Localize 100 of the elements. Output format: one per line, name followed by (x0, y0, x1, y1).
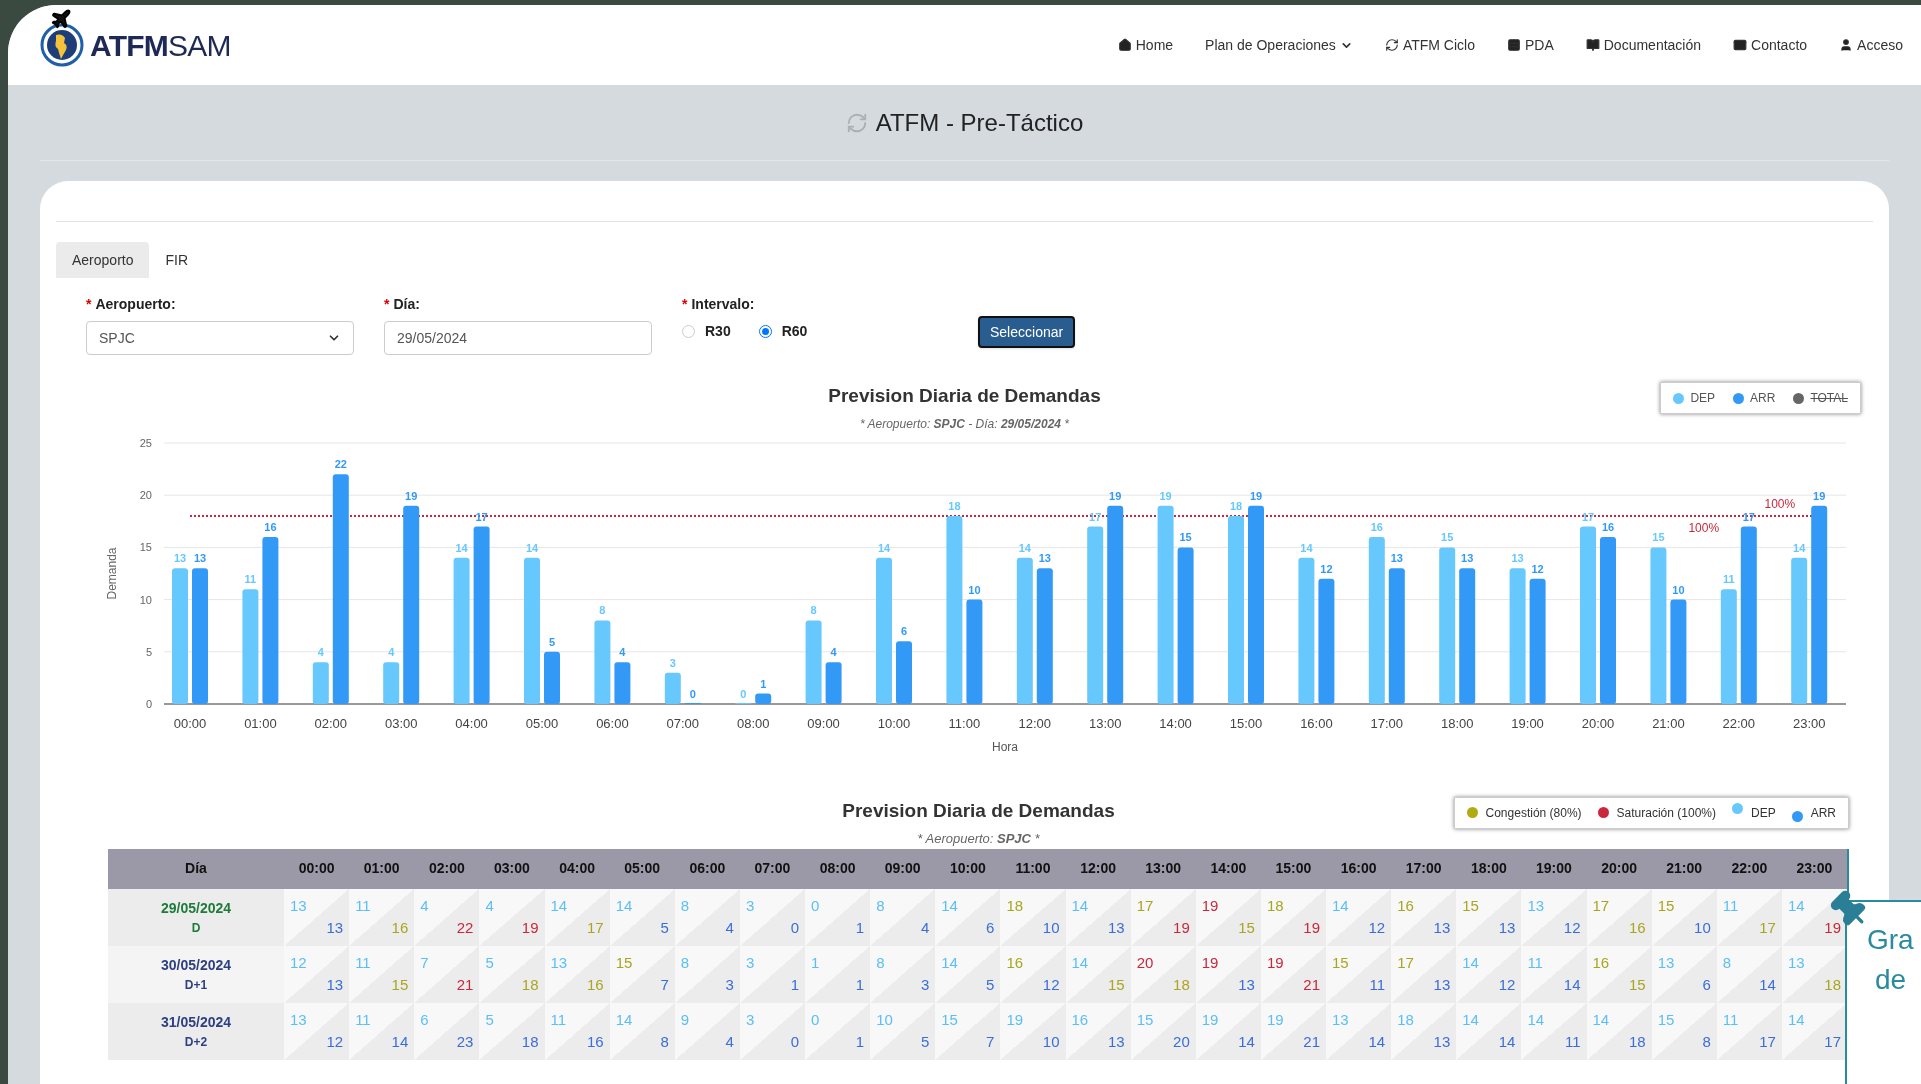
bar-value-label: 12 (1320, 562, 1333, 575)
capacity-label: 100% (1688, 520, 1720, 535)
legend-label: DEP (1750, 804, 1776, 822)
nav-link[interactable]: Contacto (1733, 34, 1808, 56)
x-axis-title: Hora (992, 739, 1018, 754)
legend-label[interactable]: DEP (1690, 389, 1716, 407)
column-header: 14:00 (1195, 848, 1261, 889)
book-icon (1585, 38, 1600, 52)
table-cell: 13 12 (1521, 888, 1587, 946)
bar-value-label: 19 (1249, 489, 1263, 502)
nav-link[interactable]: ATFM Ciclo (1384, 34, 1475, 56)
table-cell: 15 10 (1651, 888, 1717, 946)
bar-value-label: 15 (1179, 530, 1192, 543)
bar-value-label: 13 (173, 551, 187, 564)
table-cell: 19 15 (1195, 888, 1261, 946)
bar-value-label: 17 (1581, 510, 1595, 522)
bar-value-label: 0 (740, 687, 747, 700)
column-header: 21:00 (1651, 848, 1717, 889)
bar-value-label: 22 (334, 457, 347, 470)
bar-value-label: 10 (1672, 583, 1685, 596)
nav-link[interactable]: Acceso (1839, 34, 1903, 56)
table-cell: 15 7 (609, 945, 675, 1003)
bar-value-label: 16 (264, 520, 277, 533)
column-header: 09:00 (870, 848, 936, 889)
column-header: 05:00 (609, 848, 675, 889)
date-field[interactable]: 29/05/2024 (384, 321, 652, 355)
bar-value-label: 14 (455, 541, 468, 554)
y-axis-title: Demanda (105, 547, 119, 599)
logo-text: ATFMSAM (90, 27, 231, 64)
tab[interactable]: Aeroporto (56, 242, 150, 278)
bar-value-label: 8 (810, 604, 817, 616)
bar-value-label: 14 (1300, 541, 1313, 554)
bar-value-label: 19 (1813, 489, 1826, 502)
bar-value-label: 14 (877, 541, 891, 554)
table-cell: 13 13 (284, 888, 350, 946)
radio-label: R30 (705, 322, 731, 341)
bar-value-label: 13 (1461, 551, 1474, 564)
table-cell: 19 21 (1260, 1002, 1326, 1060)
table-cell: 14 18 (1586, 1002, 1652, 1060)
legend-label: ARR (1810, 804, 1836, 822)
table-cell: 13 12 (284, 1002, 350, 1060)
nav-link[interactable]: PDA (1506, 34, 1554, 56)
table-cell: 8 3 (870, 945, 936, 1003)
x-tick-label: 04:00 (455, 715, 488, 731)
bar-value-label: 18 (948, 499, 961, 512)
table-cell: 18 19 (1260, 888, 1326, 946)
table-cell: 19 13 (1195, 945, 1261, 1003)
legend-label[interactable]: TOTAL (1810, 389, 1848, 407)
x-tick-label: 13:00 (1088, 715, 1122, 731)
bar-value-label: 17 (1089, 510, 1102, 522)
field-label: Día: (393, 295, 420, 314)
chart-subtitle: * Aeropuerto: SPJC - Día: 29/05/2024* (859, 415, 1069, 433)
legend-label[interactable]: ARR (1750, 389, 1776, 407)
y-tick-label: 20 (139, 488, 152, 501)
select-button[interactable]: Seleccionar (978, 316, 1076, 348)
table-cell: 13 16 (544, 945, 610, 1003)
table-cell: 12 13 (284, 945, 350, 1003)
cycle-icon (1384, 38, 1399, 52)
bar-value-label: 4 (830, 645, 837, 658)
table-cell: 14 12 (1326, 888, 1392, 946)
bar-value-label: 4 (388, 645, 395, 658)
column-header: 23:00 (1781, 848, 1847, 889)
nav-link[interactable]: Documentación (1585, 34, 1702, 56)
x-tick-label: 09:00 (807, 715, 840, 731)
table-cell: 15 20 (1130, 1002, 1196, 1060)
table-cell: 14 8 (609, 1002, 675, 1060)
table-cell: 3 0 (739, 888, 805, 946)
table-title: Prevision Diaria de Demandas (842, 798, 1115, 823)
x-tick-label: 14:00 (1159, 715, 1192, 731)
column-header: 10:00 (935, 848, 1001, 889)
table-cell: 14 12 (1456, 945, 1522, 1003)
table-cell: 14 13 (1065, 888, 1131, 946)
bar-value-label: 6 (900, 624, 908, 637)
overlay-text: de (1874, 963, 1908, 997)
table-cell: 16 13 (1065, 1002, 1131, 1060)
table-cell: 1 1 (805, 945, 871, 1003)
nav-link[interactable]: Plan de Operaciones (1205, 34, 1353, 56)
column-header: 13:00 (1130, 848, 1196, 889)
x-tick-label: 18:00 (1440, 715, 1474, 731)
table-cell: 18 10 (1000, 888, 1066, 946)
table-cell: 14 11 (1521, 1002, 1587, 1060)
bar-value-label: 10 (968, 583, 981, 596)
table-cell: 14 17 (544, 888, 610, 946)
x-tick-label: 05:00 (525, 715, 559, 731)
table-cell: 15 8 (1651, 1002, 1717, 1060)
required-asterisk: * (384, 295, 390, 314)
table-cell: 11 15 (349, 945, 415, 1003)
x-tick-label: 06:00 (596, 715, 629, 731)
table-cell: 17 19 (1130, 888, 1196, 946)
airport-select[interactable]: SPJC (86, 321, 354, 355)
bar-value-label: 14 (1793, 541, 1806, 554)
table-cell: 4 22 (414, 888, 480, 946)
y-tick-label: 25 (139, 436, 152, 449)
column-header: 11:00 (1000, 848, 1066, 889)
legend-label: Saturación (100%) (1616, 804, 1716, 822)
bar-value-label: 8 (599, 604, 606, 616)
table-cell: 19 14 (1195, 1002, 1261, 1060)
nav-link[interactable]: Home (1117, 34, 1174, 56)
table-cell: 19 10 (1000, 1002, 1066, 1060)
x-tick-label: 20:00 (1581, 715, 1615, 731)
